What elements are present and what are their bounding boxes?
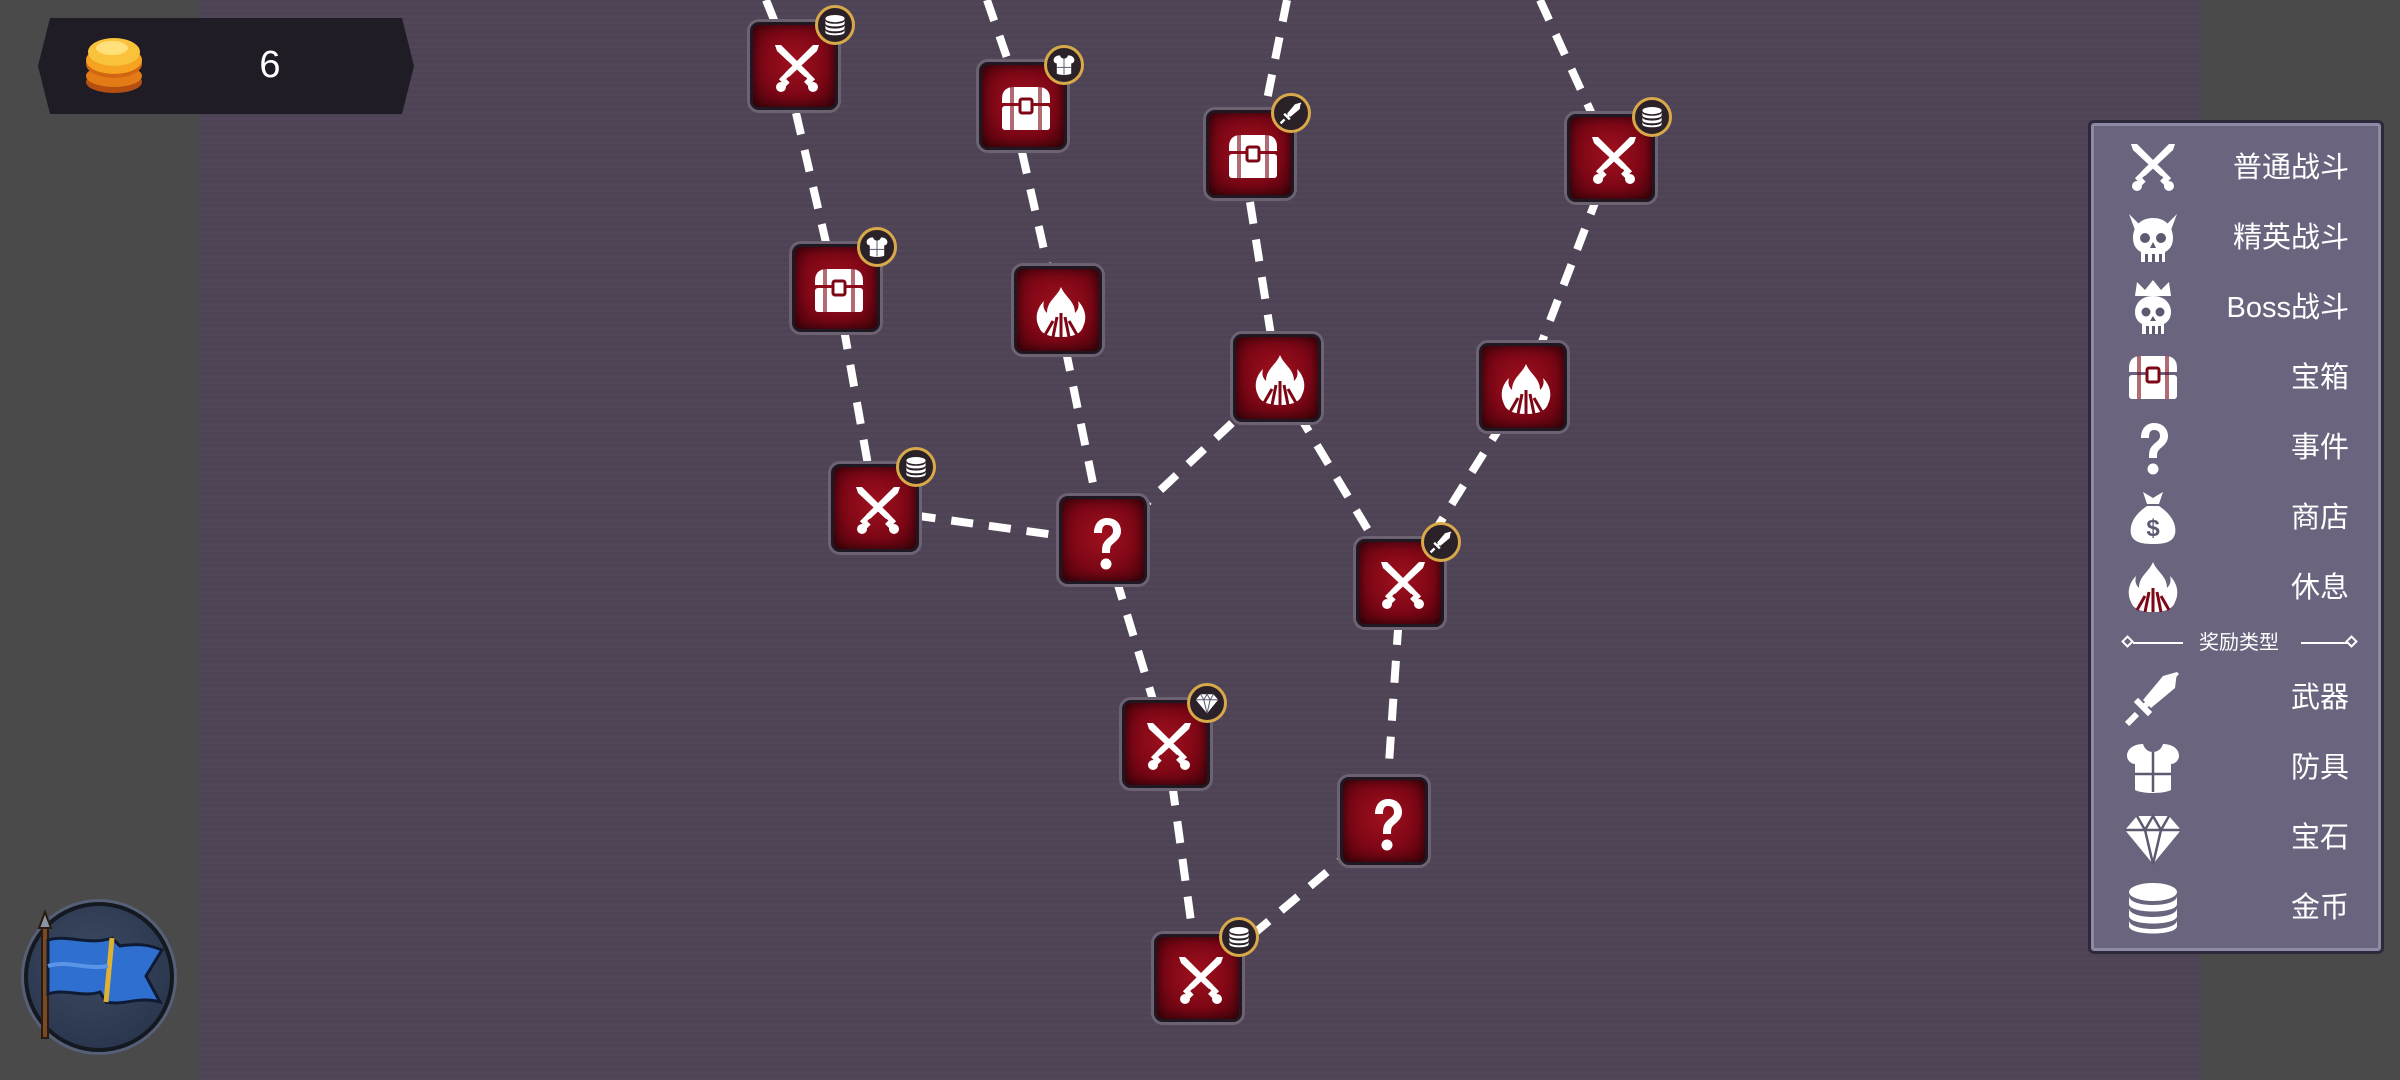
flag-button[interactable] [24, 902, 174, 1052]
question-mark-icon [1357, 794, 1417, 854]
blue-flag-icon [37, 909, 165, 1039]
legend-item: 宝石 [2091, 803, 2387, 873]
crossed-swords-icon [1139, 717, 1199, 777]
crossed-swords-icon [848, 481, 908, 541]
treasure-chest-icon [1223, 127, 1283, 187]
legend-item: 商店 [2091, 483, 2387, 553]
crossed-swords-icon [767, 39, 827, 99]
legend-label: 休息 [2290, 572, 2349, 604]
map-area [200, 0, 2200, 1080]
battle-node[interactable] [831, 447, 936, 552]
crossed-swords-icon [1373, 556, 1433, 616]
armor-icon [1052, 53, 1076, 77]
legend-item: 防具 [2091, 733, 2387, 803]
reward-type-divider: 奖励类型 [2091, 623, 2387, 663]
chest-node[interactable] [979, 45, 1084, 150]
treasure-chest-icon [996, 79, 1056, 139]
coin-stack-icon [823, 13, 847, 37]
legend-label: 商店 [2290, 502, 2349, 534]
event-node[interactable] [1340, 777, 1428, 865]
chest-node[interactable] [1206, 93, 1311, 198]
battle-node[interactable] [1122, 683, 1227, 788]
elite-skull-icon [2123, 208, 2183, 268]
campfire-icon [1031, 283, 1091, 343]
legend-label: 精英战斗 [2232, 222, 2349, 254]
sword-icon [2123, 668, 2183, 728]
legend-item: 宝箱 [2091, 343, 2387, 413]
legend-item: 休息 [2091, 553, 2387, 623]
question-mark-icon [1076, 513, 1136, 573]
rest-node[interactable] [1014, 266, 1102, 354]
armor-icon [2123, 738, 2183, 798]
money-bag-icon [2123, 488, 2183, 548]
reward-badge [1271, 93, 1311, 133]
reward-badge [1219, 917, 1259, 957]
sword-icon [1429, 530, 1453, 554]
treasure-chest-icon [2123, 348, 2183, 408]
coin-count: 6 [259, 44, 281, 86]
battle-node[interactable] [1154, 917, 1259, 1022]
legend-label: Boss战斗 [2226, 292, 2349, 324]
reward-badge [1187, 683, 1227, 723]
chest-node[interactable] [792, 227, 897, 332]
treasure-chest-icon [809, 261, 869, 321]
reward-badge [857, 227, 897, 267]
gold-coin-icon [86, 38, 142, 93]
legend-label: 普通战斗 [2232, 152, 2349, 184]
battle-node[interactable] [1356, 522, 1461, 627]
crossed-swords-icon [1584, 131, 1644, 191]
reward-badge [815, 5, 855, 45]
legend-item: 普通战斗 [2091, 133, 2387, 203]
coin-stack-icon [2123, 878, 2183, 938]
rest-node[interactable] [1479, 343, 1567, 431]
legend-item: Boss战斗 [2091, 273, 2387, 343]
legend-item: 精英战斗 [2091, 203, 2387, 273]
legend-label: 宝箱 [2290, 362, 2349, 394]
reward-badge [1421, 522, 1461, 562]
coin-stack-icon [1640, 105, 1664, 129]
legend-label: 事件 [2290, 432, 2349, 464]
question-mark-icon [2123, 418, 2183, 478]
crossed-swords-icon [1171, 951, 1231, 1011]
coin-stack-icon [904, 455, 928, 479]
crossed-swords-icon [2123, 138, 2183, 198]
campfire-icon [2123, 558, 2183, 618]
legend-item: 武器 [2091, 663, 2387, 733]
armor-icon [865, 235, 889, 259]
campfire-icon [1250, 351, 1310, 411]
legend-item: 金币 [2091, 873, 2387, 943]
battle-node[interactable] [1567, 97, 1672, 202]
reward-badge [1044, 45, 1084, 85]
event-node[interactable] [1059, 496, 1147, 584]
battle-node[interactable] [750, 5, 855, 110]
legend-label: 宝石 [2290, 822, 2349, 854]
gem-icon [2123, 808, 2183, 868]
legend-label: 防具 [2290, 752, 2349, 784]
reward-badge [896, 447, 936, 487]
campfire-icon [1496, 360, 1556, 420]
coin-stack-icon [1227, 925, 1251, 949]
gem-icon [1195, 691, 1219, 715]
rest-node[interactable] [1233, 334, 1321, 422]
legend-item: 事件 [2091, 413, 2387, 483]
legend-label: 武器 [2290, 682, 2349, 714]
reward-badge [1632, 97, 1672, 137]
legend-panel: 普通战斗精英战斗 Boss战斗宝箱事件商店休息 奖励类型 武器防具宝石金币 [2088, 120, 2384, 954]
sword-icon [1279, 101, 1303, 125]
boss-crown-skull-icon [2123, 278, 2183, 338]
legend-label: 金币 [2290, 892, 2349, 924]
